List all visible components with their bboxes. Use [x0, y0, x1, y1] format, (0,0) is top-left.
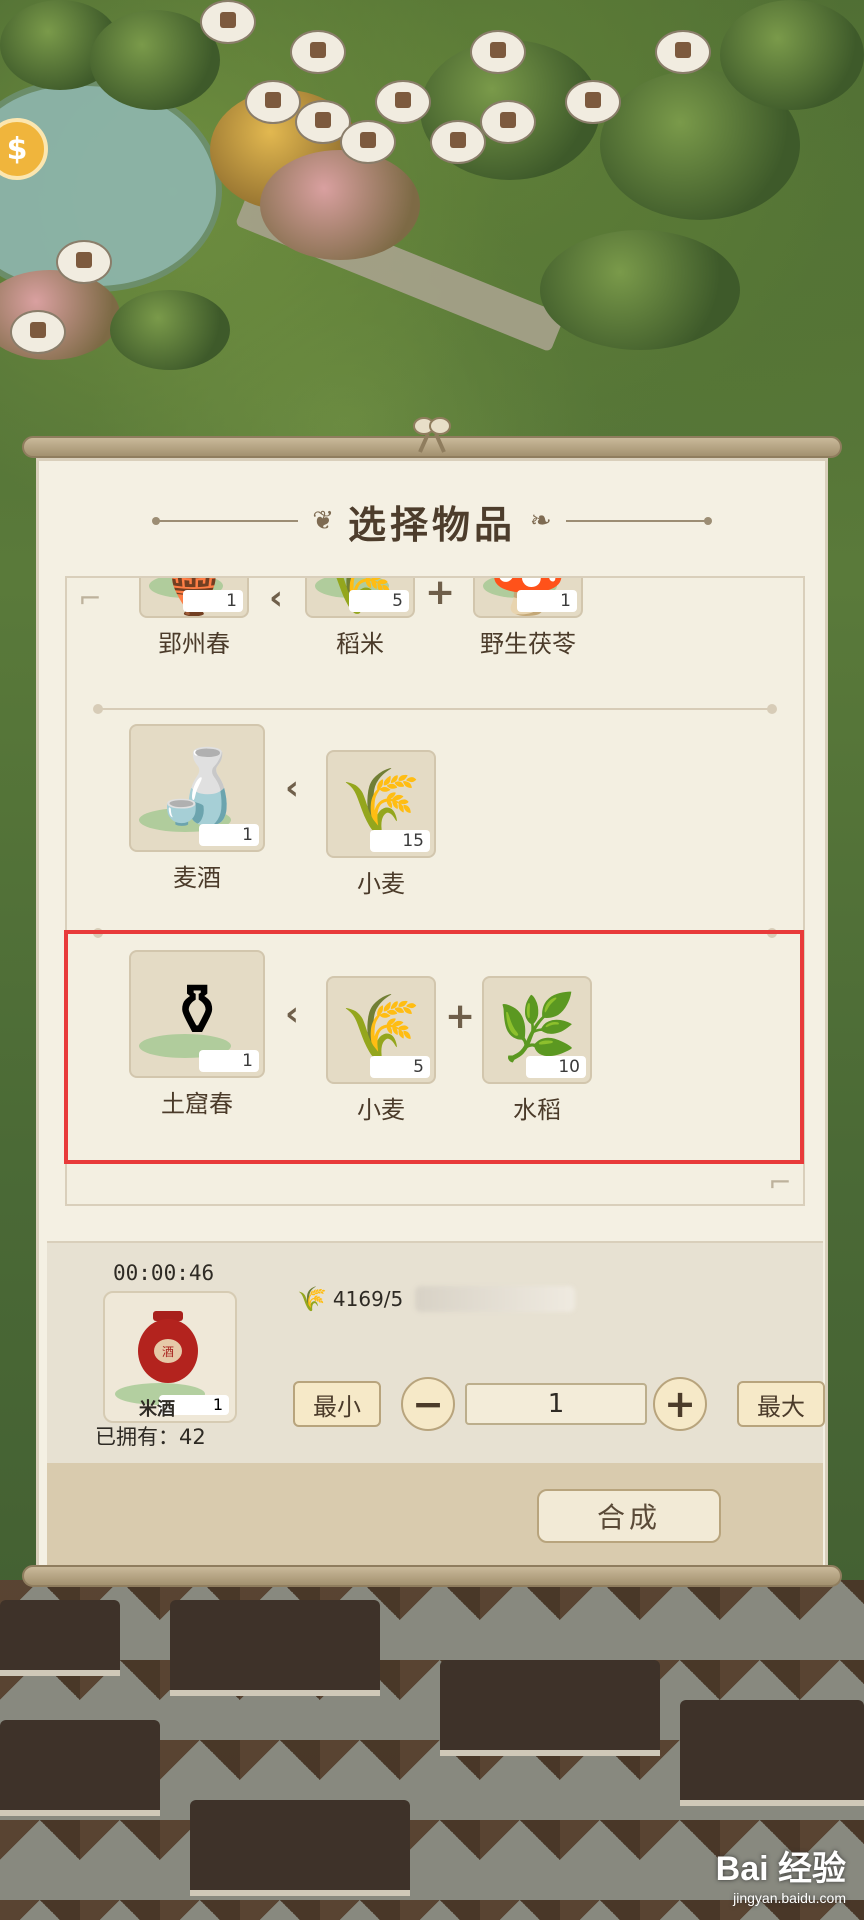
house-roof [0, 1600, 120, 1676]
product-slot[interactable]: ⚱ 1 土窟春 [127, 950, 267, 1119]
item-name: 郢州春 [158, 630, 230, 658]
decrease-button[interactable]: − [401, 1377, 455, 1431]
recipe-row[interactable]: 🏺 1 郢州春 ‹ 🌾 5 稻米 + 🍄 1 [67, 578, 803, 698]
max-button[interactable]: 最大 [737, 1381, 825, 1427]
house-roof [0, 1720, 160, 1816]
harvest-bubble[interactable] [655, 30, 711, 74]
chevron-left-icon: ‹ [285, 768, 300, 808]
wheat-icon: 🌾 [341, 765, 421, 839]
harvest-bubble[interactable] [10, 310, 66, 354]
plus-icon: + [425, 576, 456, 613]
ingredient-slot[interactable]: 🌿 10 水稻 [481, 976, 593, 1125]
scroll-ornament-icon: ❦ [312, 506, 334, 536]
increase-button[interactable]: + [653, 1377, 707, 1431]
item-count: 1 [199, 824, 259, 846]
quantity-field[interactable] [465, 1383, 647, 1425]
resource-value: 4169/5 [332, 1287, 404, 1311]
row-divider [93, 928, 777, 938]
craft-timer: 00:00:46 [113, 1261, 215, 1285]
item-count: 1 [183, 590, 243, 612]
dialog-title: 选择物品 [347, 502, 516, 547]
item-count: 5 [349, 590, 409, 612]
row-divider [93, 704, 777, 714]
fret-corner-icon: ⌐ [768, 1166, 792, 1199]
item-count: 1 [199, 1050, 259, 1072]
harvest-bubble[interactable] [56, 240, 112, 284]
house-roof [680, 1700, 864, 1806]
ingredient-slot[interactable]: 🌾 5 小麦 [325, 976, 437, 1125]
item-count: 5 [370, 1056, 430, 1078]
dialog-footer: 合成 [47, 1463, 823, 1567]
recipe-row-selected[interactable]: ⚱ 1 土窟春 ‹ 🌾 5 小麦 + 🌿 10 水稻 [67, 950, 803, 1140]
house-roof [170, 1600, 380, 1696]
harvest-bubble[interactable] [375, 80, 431, 124]
harvest-bubble[interactable] [430, 120, 486, 164]
resource-cost: 🌾 4169/5 [297, 1285, 576, 1313]
svg-text:酒: 酒 [162, 1345, 174, 1359]
wheat-icon: 🌾 [341, 991, 421, 1065]
item-name: 小麦 [357, 1096, 405, 1124]
baidu-watermark: Bai 经验 jingyan.baidu.com [716, 1841, 846, 1906]
tree [260, 150, 420, 260]
house-roof [440, 1660, 660, 1756]
harvest-bubble[interactable] [200, 0, 256, 44]
house-roof [190, 1800, 410, 1896]
recipe-list[interactable]: ⌐ ⌐ 🏺 1 郢州春 ‹ 🌾 5 稻米 + [65, 576, 805, 1206]
item-name: 野生茯苓 [480, 630, 576, 658]
harvest-bubble[interactable] [480, 100, 536, 144]
item-name: 麦酒 [173, 864, 221, 892]
tree [540, 230, 740, 350]
product-slot[interactable]: 🍶 1 麦酒 [127, 724, 267, 893]
item-name: 土窟春 [161, 1090, 233, 1118]
scroll-knot-icon [413, 417, 451, 453]
item-name: 小麦 [357, 870, 405, 898]
chevron-left-icon: ‹ [269, 578, 284, 618]
item-count: 15 [370, 830, 430, 852]
tree [720, 0, 864, 110]
rice-plant-icon: 🌿 [497, 991, 577, 1065]
ingredient-slot[interactable]: 🌾 5 稻米 [305, 578, 415, 659]
title-divider-left [152, 517, 299, 525]
item-count: 1 [517, 590, 577, 612]
tree [110, 290, 230, 370]
chevron-left-icon: ‹ [285, 994, 300, 1034]
scroll-ornament-icon: ❧ [530, 506, 552, 536]
item-count: 10 [526, 1056, 586, 1078]
ingredient-slot[interactable]: 🍄 1 野生茯苓 [463, 578, 593, 659]
owned-count: 已拥有：42 [95, 1425, 206, 1449]
product-slot[interactable]: 🏺 1 郢州春 [139, 578, 249, 659]
title-divider-right [565, 517, 712, 525]
wine-bottle-icon: 🍶 [152, 744, 242, 828]
output-item-name: 米酒 [139, 1399, 175, 1420]
rice-wine-jar-icon: 酒 [138, 1311, 198, 1383]
ingredient-slot[interactable]: 🌾 15 小麦 [325, 750, 437, 899]
min-button[interactable]: 最小 [293, 1381, 381, 1427]
wheat-icon: 🌾 [297, 1285, 327, 1313]
harvest-bubble[interactable] [470, 30, 526, 74]
harvest-bubble[interactable] [290, 30, 346, 74]
synthesize-button[interactable]: 合成 [537, 1489, 721, 1543]
craft-panel: 00:00:46 酒 1 米酒 已拥有：42 🌾 4169/5 最小 − + 最… [47, 1241, 825, 1465]
harvest-bubble[interactable] [245, 80, 301, 124]
watermark-sub: jingyan.baidu.com [733, 1890, 846, 1906]
dialog-header: ❦ 选择物品 ❧ [39, 491, 825, 551]
harvest-bubble[interactable] [565, 80, 621, 124]
harvest-bubble[interactable] [340, 120, 396, 164]
item-name: 水稻 [513, 1096, 561, 1124]
select-item-dialog: ❦ 选择物品 ❧ ⌐ ⌐ 🏺 1 郢州春 ‹ 🌾 5 [36, 458, 828, 1568]
blurred-area [415, 1286, 576, 1312]
scroll-rod-bottom [22, 1565, 842, 1587]
watermark-text: Bai 经验 [715, 1850, 846, 1888]
plus-icon: + [445, 996, 476, 1037]
recipe-row[interactable]: 🍶 1 麦酒 ‹ 🌾 15 小麦 [67, 724, 803, 914]
porcelain-bottle-icon: ⚱ [166, 968, 228, 1052]
item-name: 稻米 [336, 630, 384, 658]
